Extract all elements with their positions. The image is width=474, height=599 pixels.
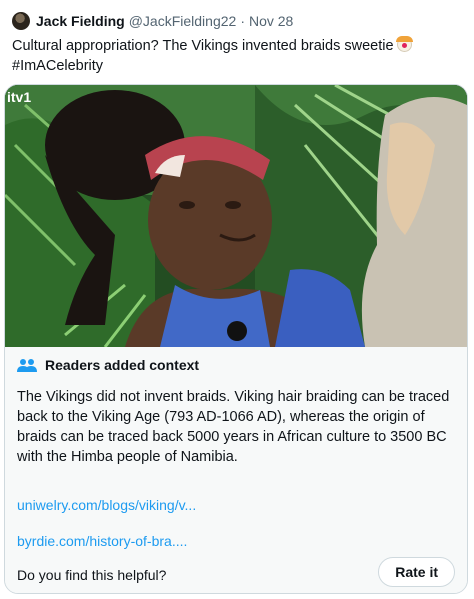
avatar[interactable] [12,12,30,30]
community-note-title: Readers added context [45,357,200,373]
people-icon [17,358,37,372]
rate-it-button[interactable]: Rate it [378,557,455,587]
author-handle[interactable]: @JackFielding22 [129,13,237,29]
source-link-2[interactable]: byrdie.com/history-of-bra.... [17,533,187,549]
community-note-body: The Vikings did not invent braids. Vikin… [17,389,450,465]
tweet-text-line: Cultural appropriation? The Vikings inve… [12,38,394,54]
community-note: Readers added context The Vikings did no… [5,347,467,593]
hashtag-link[interactable]: #ImACelebrity [12,58,103,74]
tweet-text: Cultural appropriation? The Vikings inve… [12,36,452,76]
tweet-media[interactable]: itv1 [5,85,467,347]
community-note-heading: Readers added context [17,357,199,373]
source-link-1[interactable]: uniwelry.com/blogs/viking/v... [17,497,196,513]
tweet-date[interactable]: Nov 28 [249,13,293,29]
separator-dot: · [240,13,245,29]
channel-logo: itv1 [7,89,32,105]
tweet: Jack Fielding @JackFielding22 · Nov 28 C… [0,0,474,599]
clown-face-icon [395,36,413,52]
tweet-card: itv1 Readers added context The Vikings d… [4,84,468,594]
author-name[interactable]: Jack Fielding [36,13,125,29]
helpful-prompt: Do you find this helpful? [17,567,167,583]
tweet-header: Jack Fielding @JackFielding22 · Nov 28 [12,10,293,32]
media-image [5,85,467,347]
